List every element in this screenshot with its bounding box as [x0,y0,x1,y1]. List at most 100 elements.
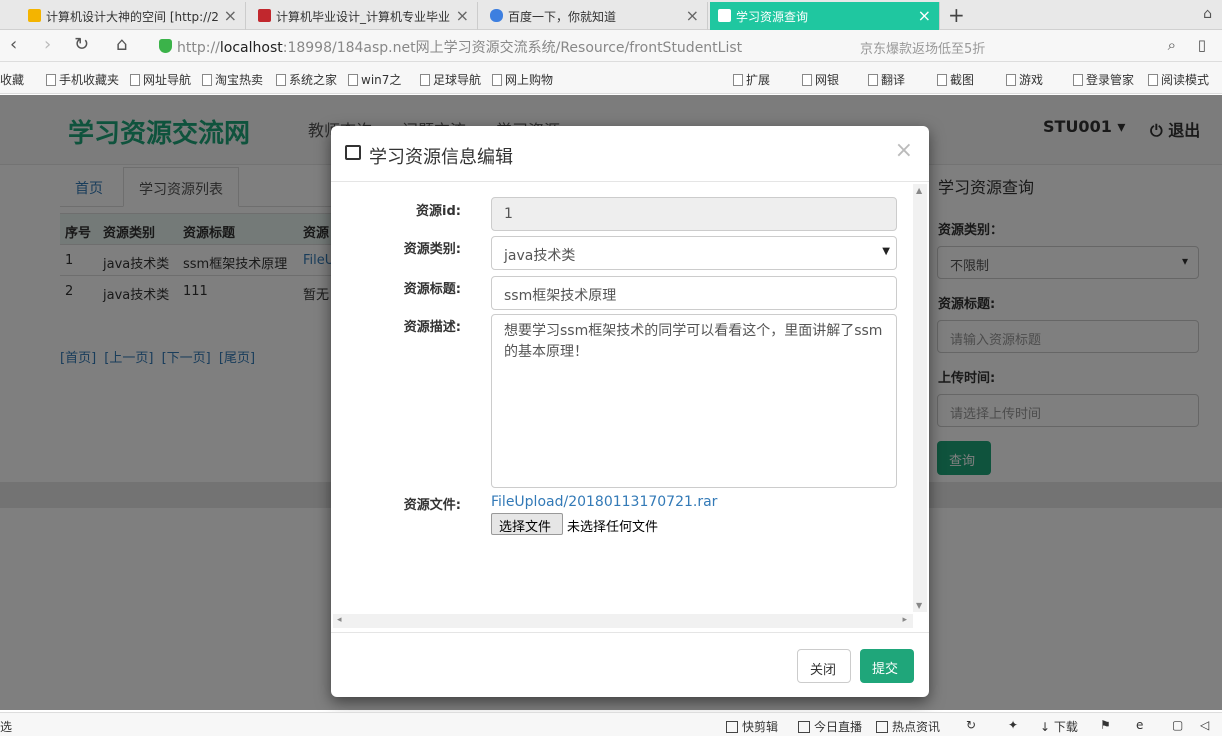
magnifier-icon [1073,74,1083,86]
screenshot-button[interactable]: 截图 [937,71,974,88]
site-favicon-icon [258,9,271,22]
scroll-left-icon[interactable]: ◂ [337,615,342,625]
category-value: java技术类 [504,248,576,264]
submit-button[interactable]: 提交 [860,649,914,683]
page-icon [202,74,212,86]
baidu-paw-icon [490,9,503,22]
close-tab-icon[interactable]: × [686,6,699,25]
dialog-footer: 关闭 提交 [331,632,929,697]
browser-tab-3[interactable]: 百度一下，你就知道 × [482,2,708,30]
search-icon[interactable]: ⌕ [1168,36,1176,54]
new-tab-button[interactable]: + [948,3,965,27]
download-button[interactable]: ↓ 下载 [1040,718,1078,735]
bookmark-item[interactable]: 网址导航 [130,71,191,88]
bookmark-item[interactable]: 系统之家 [276,71,337,88]
scroll-right-icon[interactable]: ▸ [902,615,907,625]
category-select[interactable]: java技术类 ▼ [491,236,897,270]
news-icon [876,721,888,733]
browser-tab-bar: 计算机设计大神的空间 [http://2 × 计算机毕业设计_计算机专业毕业 ×… [0,0,1222,30]
tv-icon [798,721,810,733]
description-label: 资源描述: [403,320,461,335]
tab-label: 学习资源查询 [736,10,809,24]
page-icon [718,9,731,22]
extensions-button[interactable]: 扩展 [733,71,770,88]
vertical-scrollbar[interactable]: ▲ ▼ [913,184,927,612]
close-tab-icon[interactable]: × [918,6,931,25]
url-input[interactable]: http://localhost:18998/184asp.net网上学习资源交… [155,34,875,58]
flag-icon[interactable]: ⚑ [1100,718,1111,732]
title-label: 资源标题: [403,282,461,297]
tab-label: 计算机毕业设计_计算机专业毕业 [276,10,451,24]
clip-icon [726,721,738,733]
phone-icon[interactable]: ▯ [1198,36,1206,54]
live-button[interactable]: 今日直播 [798,718,862,735]
horizontal-scrollbar[interactable]: ◂ ▸ [333,614,913,628]
dialog-close-icon[interactable]: × [895,138,913,163]
url-host: localhost [219,40,283,56]
bookmarks-bar: 收藏 手机收藏夹 网址导航 淘宝热卖 系统之家 win7之 足球导航 网上购物 … [0,62,1222,94]
close-tab-icon[interactable]: × [224,6,237,25]
edit-icon [345,145,361,160]
page-icon [492,74,502,86]
bookmark-item[interactable]: 手机收藏夹 [46,71,119,88]
tab-label: 百度一下，你就知道 [508,10,617,24]
ie-icon[interactable]: e [1136,718,1143,732]
browser-tab-1[interactable]: 计算机设计大神的空间 [http://2 × [20,2,246,30]
star-icon [28,9,41,22]
bookmark-item[interactable]: 淘宝热卖 [202,71,263,88]
translate-icon [868,74,878,86]
dialog-body: 资源id: 1 资源类别: java技术类 ▼ 资源标题: ssm框架技术原理 … [331,182,929,632]
dialog-title: 学习资源信息编辑 [369,147,513,168]
close-tab-icon[interactable]: × [456,6,469,25]
page-icon [276,74,286,86]
search-hint[interactable]: 京东爆款返场低至5折 [860,38,985,57]
refresh-icon[interactable]: ↻ [966,718,976,732]
bookmark-item[interactable]: win7之 [348,71,401,88]
speaker-icon[interactable]: ◁ [1200,718,1209,732]
bookmark-item[interactable]: 网上购物 [492,71,553,88]
bookmark-item[interactable]: 足球导航 [420,71,481,88]
reload-icon[interactable]: ↻ [74,34,89,55]
url-path: :18998/184asp.net网上学习资源交流系统/Resource/fro… [282,40,743,56]
file-download-link[interactable]: FileUpload/20180113170721.rar [491,494,717,510]
page-icon [420,74,430,86]
quick-clip-button[interactable]: 快剪辑 [726,718,778,735]
no-file-chosen-text: 未选择任何文件 [567,520,659,535]
choose-file-button[interactable]: 选择文件 [491,513,563,535]
bookmark-item[interactable]: 收藏 [0,71,24,88]
category-label: 资源类别: [403,242,461,257]
close-button[interactable]: 关闭 [797,649,851,683]
forward-icon[interactable]: › [44,34,51,55]
id-field: 1 [491,197,897,231]
login-manager-button[interactable]: 登录管家 [1073,71,1134,88]
scroll-up-icon[interactable]: ▲ [916,186,922,195]
dialog-header: 学习资源信息编辑 × [331,126,929,182]
puzzle-icon[interactable]: ✦ [1008,718,1018,732]
window-icon[interactable]: ▢ [1172,718,1183,732]
resource-edit-dialog: 学习资源信息编辑 × 资源id: 1 资源类别: java技术类 ▼ 资源标题:… [331,126,929,697]
games-button[interactable]: 游戏 [1006,71,1043,88]
title-field[interactable]: ssm框架技术原理 [491,276,897,310]
back-icon[interactable]: ‹ [10,34,17,55]
reading-mode-button[interactable]: 阅读模式 [1148,71,1209,88]
hot-news-button[interactable]: 热点资讯 [876,718,940,735]
home-icon[interactable]: ⌂ [116,34,127,55]
translate-button[interactable]: 翻译 [868,71,905,88]
security-shield-icon [159,39,172,53]
url-prefix: http:// [177,40,220,56]
scroll-down-icon[interactable]: ▼ [916,601,922,610]
scissors-icon [937,74,947,86]
browser-tab-active[interactable]: 学习资源查询 × [710,2,940,30]
ebank-button[interactable]: 网银 [802,71,839,88]
browser-tab-2[interactable]: 计算机毕业设计_计算机专业毕业 × [250,2,478,30]
phone-icon [46,74,56,86]
page-icon [348,74,358,86]
page-icon [130,74,140,86]
bank-icon [802,74,812,86]
grid-icon [733,74,743,86]
skin-icon[interactable]: ⌂ [1203,6,1212,22]
chevron-down-icon: ▼ [882,246,890,257]
book-icon [1148,74,1158,86]
address-bar: ‹ › ↻ ⌂ http://localhost:18998/184asp.ne… [0,30,1222,62]
description-textarea[interactable]: 想要学习ssm框架技术的同学可以看看这个，里面讲解了ssm的基本原理！ [491,314,897,488]
